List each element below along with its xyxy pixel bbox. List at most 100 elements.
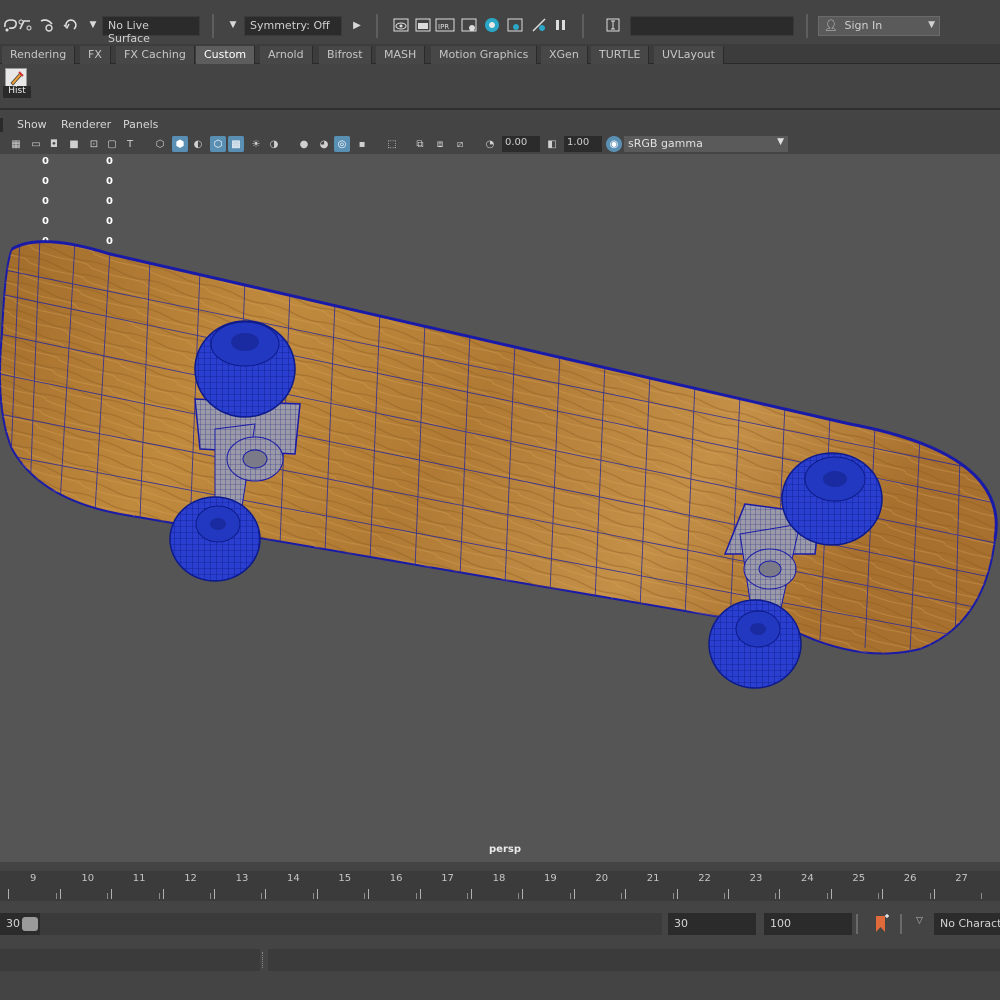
frame-tick [261, 893, 263, 899]
frame-tick [775, 893, 777, 899]
pause-icon[interactable] [550, 14, 572, 36]
dropdown-arrow-icon[interactable]: ▼ [82, 14, 104, 36]
color-management-icon[interactable]: ◉ [606, 136, 622, 152]
playback-start-value: 30 [6, 917, 20, 930]
tab-mash[interactable]: MASH [376, 46, 426, 64]
frame-tick [312, 893, 314, 899]
wireframe-icon[interactable]: ⬡ [152, 136, 168, 152]
frame-label: 10 [81, 873, 95, 884]
frame-label: 25 [852, 873, 866, 884]
paint-select-icon[interactable] [14, 14, 36, 36]
frame-tick [569, 893, 571, 899]
frame-label: 22 [698, 873, 711, 884]
screen-space-ao-icon[interactable]: ● [296, 136, 312, 152]
command-line [0, 946, 1000, 972]
frame-tick [470, 889, 472, 899]
animation-end-field[interactable]: 100 [764, 913, 852, 935]
xray-joints-icon[interactable]: ⧈ [432, 136, 448, 152]
anti-aliasing-icon[interactable]: ◎ [334, 136, 350, 152]
color-space-dropdown[interactable]: sRGB gamma ▼ [624, 136, 788, 152]
ipr-render-icon[interactable]: IPR [434, 14, 456, 36]
time-slider[interactable]: 9 10 11 12 13 14 15 16 17 18 19 20 21 22 23 24 25 26 27 [0, 868, 1000, 904]
range-slider-handle[interactable] [22, 917, 38, 931]
snapshot-icon[interactable] [528, 14, 550, 36]
frame-tick [933, 889, 935, 899]
menu-panels[interactable]: Panels [123, 118, 158, 131]
skateboard-model[interactable] [0, 154, 1000, 862]
hist-shelf-button[interactable] [5, 68, 27, 88]
tab-custom[interactable]: Custom [196, 46, 256, 64]
safe-title-icon[interactable]: T [122, 136, 138, 152]
tab-rendering[interactable]: Rendering [2, 46, 76, 64]
xray-icon[interactable]: ⧉ [412, 136, 428, 152]
frame-tick [727, 889, 729, 899]
separator [806, 14, 808, 38]
tab-fx-caching[interactable]: FX Caching [116, 46, 195, 64]
xray-components-icon[interactable]: ⧄ [452, 136, 468, 152]
exposure-icon[interactable]: ◔ [482, 136, 498, 152]
tab-bifrost[interactable]: Bifrost [319, 46, 372, 64]
safe-action-icon[interactable]: ▢ [104, 136, 120, 152]
menu-renderer[interactable]: Renderer [61, 118, 111, 131]
playblast-icon[interactable] [504, 14, 526, 36]
separator [856, 914, 858, 934]
depth-of-field-icon[interactable]: ▪ [354, 136, 370, 152]
smooth-shade-icon[interactable]: ⬢ [172, 136, 188, 152]
exposure-field[interactable]: 0.00 [502, 136, 540, 152]
snap-point-icon[interactable] [60, 14, 82, 36]
lights-icon[interactable]: ☀ [248, 136, 264, 152]
render-frame-icon[interactable] [412, 14, 434, 36]
default-material-icon[interactable]: ◐ [190, 136, 206, 152]
motion-blur-icon[interactable]: ◕ [316, 136, 332, 152]
hypershade-icon[interactable] [481, 14, 503, 36]
tab-uvlayout[interactable]: UVLayout [654, 46, 724, 64]
symmetry-field[interactable]: Symmetry: Off [244, 16, 342, 36]
gamma-icon[interactable]: ◧ [544, 136, 560, 152]
mel-input-field[interactable] [0, 949, 260, 971]
frame-label: 11 [132, 873, 146, 884]
field-chart-icon[interactable]: ⊡ [86, 136, 102, 152]
frame-tick [55, 893, 57, 899]
splitter-handle[interactable] [262, 952, 266, 968]
viewport[interactable]: 0 0 0 0 0 0 0 0 0 0 [0, 154, 1000, 862]
wheel [194, 320, 296, 418]
menu-show[interactable]: Show [17, 118, 47, 131]
shadows-icon[interactable]: ◑ [266, 136, 282, 152]
render-settings-icon[interactable] [458, 14, 480, 36]
input-line-field[interactable] [630, 16, 794, 36]
frame-tick [929, 893, 931, 899]
character-set-field[interactable]: No Characte [934, 913, 1000, 935]
frame-label: 24 [801, 873, 814, 884]
range-slider-track[interactable] [40, 913, 662, 935]
frame-tick [209, 893, 211, 899]
resolution-gate-icon[interactable]: ◘ [46, 136, 62, 152]
tab-arnold[interactable]: Arnold [260, 46, 313, 64]
expand-arrow-icon[interactable]: ▶ [346, 14, 368, 36]
tab-turtle[interactable]: TURTLE [591, 46, 650, 64]
panel-toolbar: ▦ ▭ ◘ ■ ⊡ ▢ T ⬡ ⬢ ◐ ⬡ ▩ ☀ ◑ ● ◕ ◎ ▪ ⬚ ⧉ … [0, 134, 1000, 154]
sign-in-button[interactable]: 👤︎ Sign In ▼ [818, 16, 940, 36]
film-gate-icon[interactable]: ▭ [28, 136, 44, 152]
render-view-icon[interactable] [390, 14, 412, 36]
isolate-select-icon[interactable]: ⬚ [384, 136, 400, 152]
tab-motion-graphics[interactable]: Motion Graphics [431, 46, 538, 64]
wireframe-on-shaded-icon[interactable]: ⬡ [210, 136, 226, 152]
snap-curve-icon[interactable] [36, 14, 58, 36]
gamma-field[interactable]: 1.00 [564, 136, 602, 152]
tab-xgen[interactable]: XGen [541, 46, 588, 64]
chevron-down-icon[interactable]: ▽ [916, 916, 923, 926]
grid-icon[interactable]: ▦ [8, 136, 24, 152]
frame-label: 16 [389, 873, 403, 884]
frame-tick [213, 889, 215, 899]
gate-mask-icon[interactable]: ■ [66, 136, 82, 152]
tab-fx[interactable]: FX [80, 46, 111, 64]
bookmark-icon[interactable] [872, 914, 890, 934]
textured-icon[interactable]: ▩ [228, 136, 244, 152]
playback-end-field[interactable]: 30 [668, 913, 756, 935]
input-line-icon[interactable] [602, 14, 624, 36]
frame-label: 9 [30, 873, 37, 884]
symmetry-dropdown-icon[interactable]: ▼ [222, 14, 244, 36]
time-ruler[interactable]: 9 10 11 12 13 14 15 16 17 18 19 20 21 22 23 24 25 26 27 [0, 871, 1000, 901]
separator [212, 14, 214, 38]
live-surface-field[interactable]: No Live Surface [102, 16, 200, 45]
